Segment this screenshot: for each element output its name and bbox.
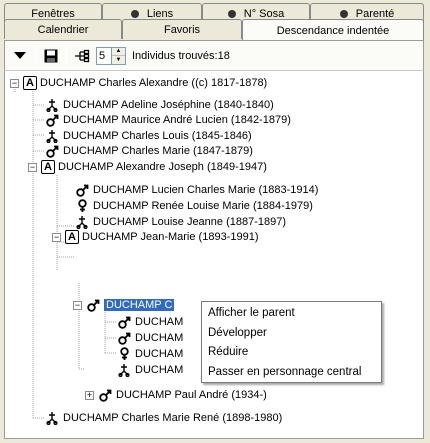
menu-item-developper[interactable]: Développer	[202, 324, 381, 344]
tree-row[interactable]: − A DUCHAMP Charles Alexandre ((c) 1817-…	[10, 75, 267, 91]
depth-stepper[interactable]: 5 ▲ ▼	[96, 46, 126, 65]
collapse-icon[interactable]: −	[28, 162, 37, 172]
female-symbol-icon	[75, 199, 89, 213]
tree-row[interactable]: + DUCHAMP Paul André (1934-)	[85, 387, 267, 403]
tree-row[interactable]: DUCHAMP Maurice André Lucien (1842-1879)	[45, 112, 291, 128]
tree-row[interactable]: DUCHAMP Adeline Joséphine (1840-1840)	[45, 97, 274, 113]
stepper-down-icon[interactable]: ▼	[112, 55, 125, 64]
tree-row[interactable]: − A DUCHAMP Alexandre Joseph (1849-1947)	[28, 159, 267, 175]
person-name: DUCHAM	[135, 364, 184, 376]
expand-icon[interactable]: +	[85, 390, 94, 400]
person-name: DUCHAMP Louise Jeanne (1887-1897)	[93, 216, 287, 228]
save-disk-icon[interactable]	[40, 45, 62, 67]
death-cross-scissors-icon	[75, 215, 89, 229]
person-name: DUCHAMP Jean-Marie (1893-1991)	[82, 231, 259, 243]
tree-structure-icon[interactable]	[71, 45, 93, 67]
tree-row-selected[interactable]: − DUCHAMP C	[73, 297, 175, 313]
male-symbol-icon	[117, 331, 131, 345]
tree-row[interactable]: DUCHAMP Charles Marie René (1898-1980)	[45, 410, 282, 426]
person-name: DUCHAMP Charles Alexandre ((c) 1817-1878…	[40, 77, 268, 89]
tree-row[interactable]: DUCHAMP Charles Marie (1847-1879)	[45, 143, 253, 159]
ancestor-a-box-icon: A	[23, 76, 37, 90]
person-name: DUCHAMP Lucien Charles Marie (1883-1914)	[93, 184, 319, 196]
male-symbol-icon	[75, 183, 89, 197]
ancestor-a-box-icon: A	[65, 230, 79, 244]
person-name: DUCHAM	[135, 332, 184, 344]
tab-row-bottom: Calendrier Favoris Descendance indentée	[4, 19, 424, 41]
male-symbol-icon	[86, 298, 100, 312]
person-name: DUCHAMP Charles Louis (1845-1846)	[63, 130, 252, 142]
person-name: DUCHAMP Paul André (1934-)	[116, 389, 267, 401]
ancestor-a-box-icon: A	[41, 160, 55, 174]
death-cross-scissors-icon	[117, 363, 131, 377]
tab-label: N° Sosa	[243, 7, 285, 20]
descendants-tree[interactable]: − A DUCHAMP Charles Alexandre ((c) 1817-…	[4, 70, 424, 439]
male-symbol-icon	[45, 113, 59, 127]
tree-row[interactable]: DUCHAM	[117, 314, 183, 330]
dot-icon	[227, 9, 236, 18]
tree-row[interactable]: DUCHAM	[117, 362, 183, 378]
tab-label: Favoris	[163, 23, 201, 36]
person-name: DUCHAMP Renée Louise Marie (1884-1979)	[93, 200, 313, 212]
person-name: DUCHAMP Charles Marie (1847-1879)	[63, 145, 253, 157]
tab-label: Calendrier	[37, 23, 89, 36]
stepper-up-icon[interactable]: ▲	[112, 47, 125, 55]
menu-item-afficher-parent[interactable]: Afficher le parent	[202, 304, 381, 324]
found-count: Individus trouvés:18	[132, 49, 230, 62]
context-menu: Afficher le parent Développer Réduire Pa…	[201, 301, 382, 383]
tree-row[interactable]: DUCHAM	[117, 346, 183, 362]
person-name: DUCHAMP Charles Marie René (1898-1980)	[63, 412, 283, 424]
tree-row[interactable]: DUCHAMP Renée Louise Marie (1884-1979)	[75, 198, 313, 214]
male-symbol-icon	[117, 315, 131, 329]
window-frame: Fenêtres Liens N° Sosa Parenté Calendrie…	[0, 0, 430, 443]
collapse-icon[interactable]: −	[73, 300, 82, 310]
death-cross-scissors-icon	[45, 411, 59, 425]
death-cross-scissors-icon	[45, 98, 59, 112]
stepper-buttons[interactable]: ▲ ▼	[112, 46, 126, 65]
person-name: DUCHAM	[135, 316, 184, 328]
male-symbol-icon	[45, 144, 59, 158]
person-name: DUCHAMP Adeline Joséphine (1840-1840)	[63, 99, 274, 111]
menu-item-personnage-central[interactable]: Passer en personnage central	[202, 363, 381, 383]
tab-label: Liens	[146, 7, 174, 20]
collapse-icon[interactable]: −	[52, 232, 61, 242]
toolbar-separator	[66, 45, 67, 66]
tab-label: Descendance indentée	[276, 24, 390, 37]
tab-label: Parenté	[355, 7, 395, 20]
tree-row[interactable]: DUCHAMP Lucien Charles Marie (1883-1914)	[75, 182, 318, 198]
menu-item-reduire[interactable]: Réduire	[202, 343, 381, 363]
female-symbol-icon	[117, 347, 131, 361]
toolbar: 5 ▲ ▼ Individus trouvés:18	[4, 40, 424, 70]
tree-row[interactable]: DUCHAM	[117, 330, 183, 346]
toolbar-separator	[35, 45, 36, 66]
tab-label: Fenêtres	[31, 7, 75, 20]
dot-icon	[339, 9, 348, 18]
person-name: DUCHAMP Alexandre Joseph (1849-1947)	[58, 161, 267, 173]
tab-descendance-indentee[interactable]: Descendance indentée	[242, 19, 424, 41]
tree-row[interactable]: DUCHAMP Charles Louis (1845-1846)	[45, 128, 252, 144]
person-name-selected: DUCHAMP C	[104, 299, 175, 311]
tree-row[interactable]: DUCHAMP Louise Jeanne (1887-1897)	[75, 214, 286, 230]
dot-icon	[130, 9, 139, 18]
tab-favoris[interactable]: Favoris	[122, 19, 242, 39]
tree-row[interactable]: − A DUCHAMP Jean-Marie (1893-1991)	[52, 229, 258, 245]
dropdown-arrow-icon[interactable]	[9, 45, 31, 67]
male-symbol-icon	[98, 388, 112, 402]
depth-input[interactable]: 5	[96, 46, 112, 65]
person-name: DUCHAM	[135, 348, 184, 360]
death-cross-scissors-icon	[45, 129, 59, 143]
tab-calendrier[interactable]: Calendrier	[4, 19, 122, 39]
collapse-icon[interactable]: −	[10, 78, 19, 88]
person-name: DUCHAMP Maurice André Lucien (1842-1879)	[63, 114, 291, 126]
